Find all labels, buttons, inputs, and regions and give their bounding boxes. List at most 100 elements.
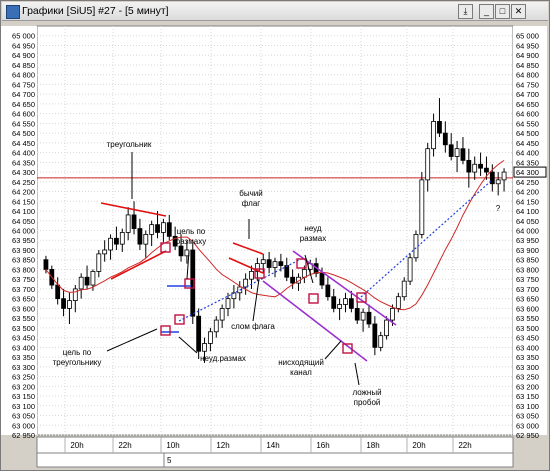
candle-body [390, 308, 395, 321]
y-tick-label-right: 64 750 [516, 80, 539, 89]
y-tick-label-left: 63 600 [12, 304, 35, 313]
annotation-label: неуд.размах [200, 354, 246, 363]
y-tick-label-left: 63 550 [12, 314, 35, 323]
y-tick-label-right: 63 750 [516, 275, 539, 284]
candle-body [249, 270, 254, 280]
y-tick-label-left: 64 000 [12, 227, 35, 236]
y-tick-label-right: 64 250 [516, 178, 539, 187]
y-tick-label-right: 63 200 [516, 382, 539, 391]
y-tick-label-right: 63 650 [516, 295, 539, 304]
candle-body [84, 276, 90, 286]
candle-body [366, 311, 372, 325]
date-axis-bar [36, 452, 514, 468]
y-tick-label-left: 62 950 [12, 431, 35, 440]
y-tick-label-left: 64 050 [12, 217, 35, 226]
y-tick-label-left: 64 900 [12, 51, 35, 60]
y-tick-label-left: 64 400 [12, 149, 35, 158]
y-tick-label-left: 63 150 [12, 392, 35, 401]
candle-body [413, 233, 419, 259]
y-tick-label-right: 64 700 [516, 90, 539, 99]
maximize-button[interactable]: □ [495, 4, 510, 19]
candle-body [301, 269, 307, 278]
y-tick-label-right: 64 350 [516, 158, 539, 167]
minimize-button[interactable]: _ [479, 4, 494, 19]
candle-body [67, 300, 72, 309]
candle-body [460, 148, 466, 161]
y-tick-label-left: 63 250 [12, 373, 35, 382]
title-bar[interactable]: Графики [SiU5] #27 - [5 минут] ⤓ _ □ ✕ [2, 2, 548, 21]
y-tick-label-left: 63 100 [12, 402, 35, 411]
y-tick-label-left: 64 200 [12, 188, 35, 197]
candle-body [378, 335, 384, 348]
annotation-label: бычий [239, 189, 262, 198]
candle-body [501, 171, 507, 181]
candle-body [119, 232, 125, 245]
x-tick-label: 12h [216, 441, 229, 450]
y-tick-label-right: 63 400 [516, 343, 539, 352]
y-tick-label-left: 64 250 [12, 178, 35, 187]
y-tick-label-right: 63 350 [516, 353, 539, 362]
y-tick-label-right: 64 400 [516, 149, 539, 158]
candle-body [325, 284, 331, 298]
y-tick-label-right: 63 500 [516, 324, 539, 333]
y-tick-label-right: 64 000 [516, 227, 539, 236]
y-tick-label-left: 63 900 [12, 246, 35, 255]
y-tick-label-right: 63 250 [516, 373, 539, 382]
price-chart[interactable]: 65 000 65 00064 950 64 95064 900 64 90064 8… [1, 21, 549, 470]
pin-icon[interactable]: ⤓ [458, 4, 473, 19]
x-tick-label: 20h [70, 441, 83, 450]
candle-body [96, 253, 102, 272]
y-tick-label-right: 63 850 [516, 256, 539, 265]
y-tick-label-right: 64 600 [516, 110, 539, 119]
x-tick-label: 22h [118, 441, 131, 450]
candle-body [102, 249, 108, 255]
candle-body [213, 319, 219, 333]
candle-body [319, 272, 325, 286]
annotation-label: цель по [177, 227, 206, 236]
y-tick-label-left: 63 750 [12, 275, 35, 284]
x-tick-label: 22h [458, 441, 471, 450]
y-tick-label-right: 64 950 [516, 41, 539, 50]
y-tick-label-right: 62 950 [516, 431, 539, 440]
candle-body [266, 259, 272, 268]
x-tick-label: 10h [166, 441, 179, 450]
candle-body [166, 222, 172, 237]
candle-body [331, 296, 337, 309]
y-tick-label-right: 64 650 [516, 100, 539, 109]
candle-body [114, 237, 119, 245]
y-tick-label-left: 65 000 [12, 32, 35, 41]
y-tick-label-right: 65 000 [516, 32, 539, 41]
candle-body [55, 284, 61, 300]
candle-body [149, 224, 155, 235]
y-tick-label-right: 63 800 [516, 265, 539, 274]
candle-body [43, 259, 49, 270]
y-tick-label-right: 64 100 [516, 207, 539, 216]
candle-body [484, 167, 489, 173]
y-tick-label-left: 64 550 [12, 119, 35, 128]
y-tick-label-left: 63 500 [12, 324, 35, 333]
candle-body [337, 304, 343, 309]
y-tick-label-left: 63 300 [12, 363, 35, 372]
candle-body [284, 265, 290, 278]
annotation-label: треугольнику [53, 358, 102, 367]
y-tick-label-left: 64 950 [12, 41, 35, 50]
window-title: Графики [SiU5] #27 - [5 минут] [22, 5, 169, 17]
candle-body [495, 179, 501, 185]
y-tick-label-right: 63 450 [516, 334, 539, 343]
candle-body [354, 308, 360, 321]
y-tick-label-right: 63 050 [516, 412, 539, 421]
annotation-label: слом флага [231, 322, 275, 331]
candle-body [425, 148, 431, 181]
y-tick-label-right: 64 550 [516, 119, 539, 128]
y-tick-label-right: 64 450 [516, 139, 539, 148]
candle-body [219, 308, 225, 321]
candle-body [401, 280, 407, 298]
candle-body [437, 121, 442, 134]
y-tick-label-left: 63 950 [12, 236, 35, 245]
y-tick-label-right: 63 100 [516, 402, 539, 411]
candle-body [137, 228, 143, 245]
y-tick-label-left: 64 650 [12, 100, 35, 109]
annotation-label: размах [300, 234, 326, 243]
y-tick-label-left: 64 800 [12, 71, 35, 80]
close-button[interactable]: ✕ [511, 4, 526, 19]
